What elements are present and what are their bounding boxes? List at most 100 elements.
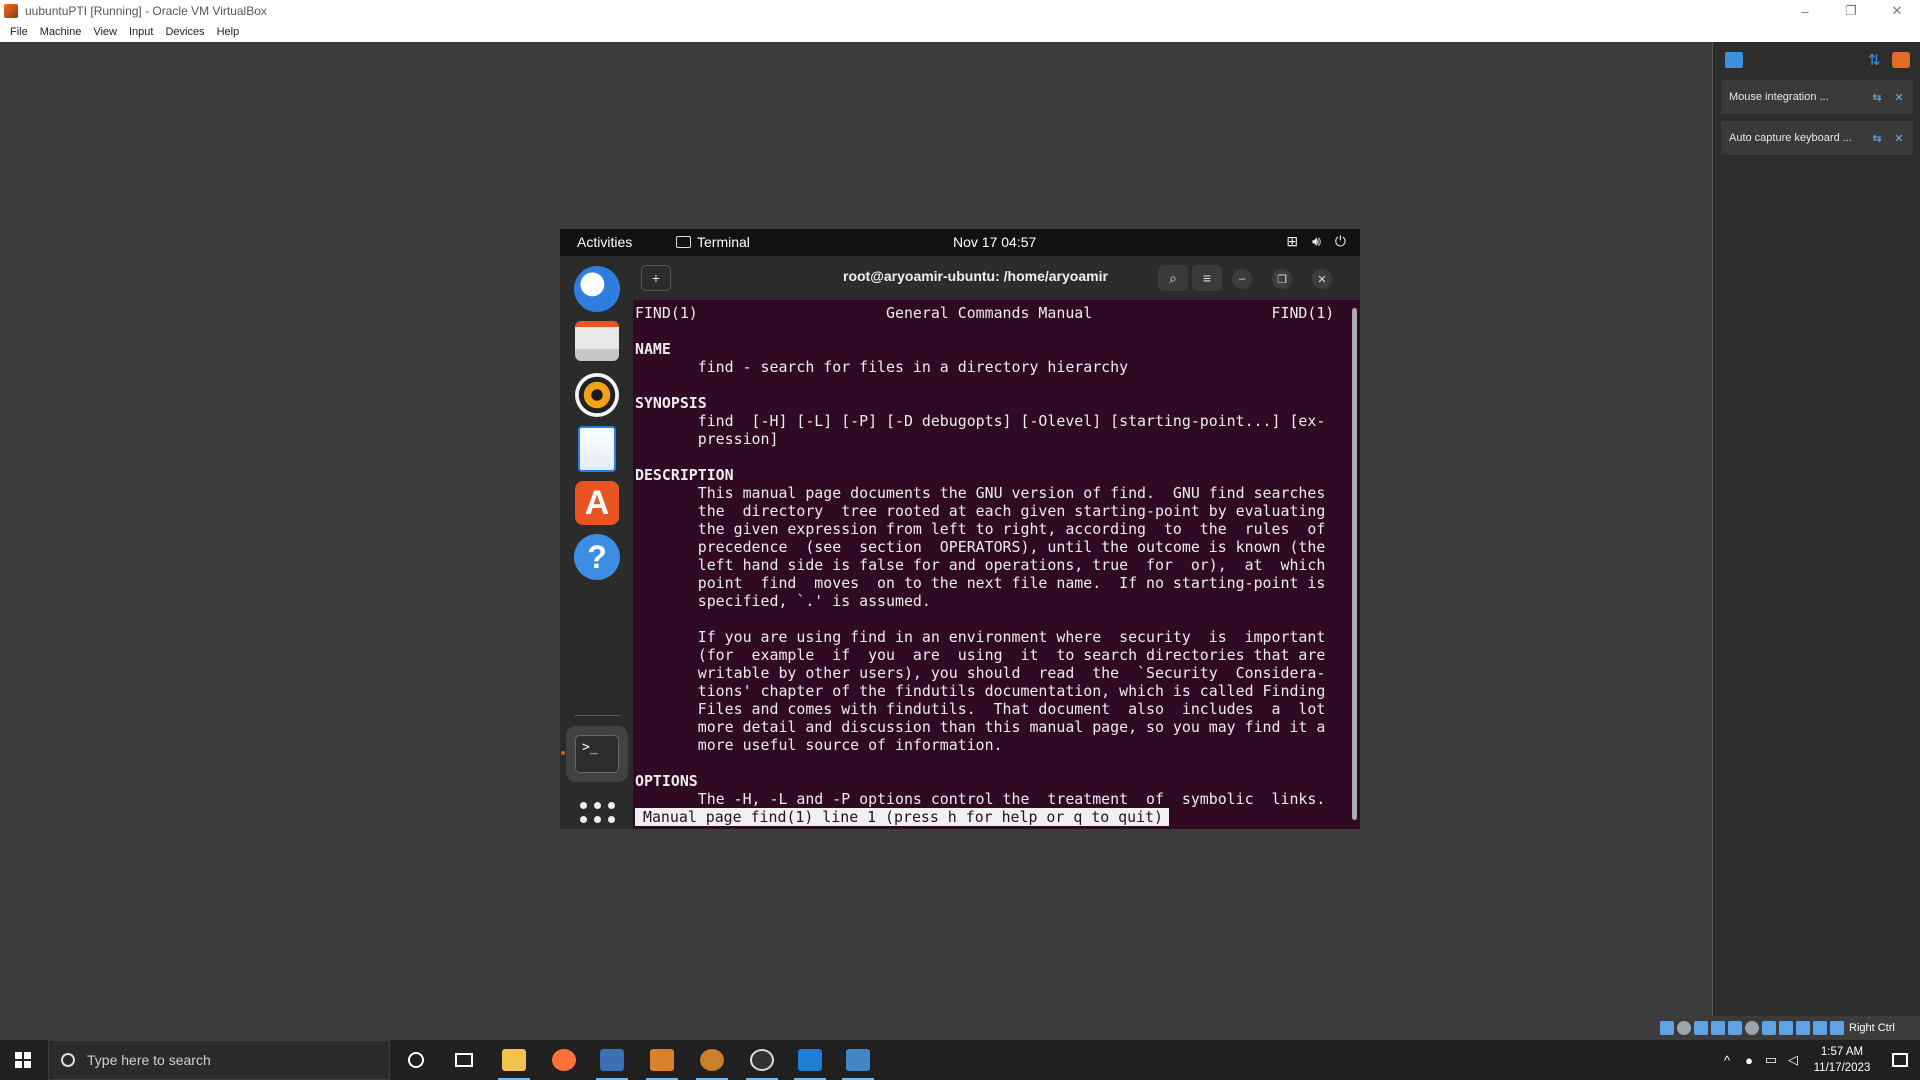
menu-machine[interactable]: Machine [34,26,88,38]
dock-terminal[interactable]: >_ [572,729,622,779]
taskbar-obs[interactable] [738,1040,786,1080]
task-view-icon [455,1053,473,1067]
network-icon[interactable]: ▭ [1760,1052,1782,1068]
recording-icon[interactable] [1779,1021,1793,1035]
dock-thunderbird[interactable] [572,264,622,314]
pager-status-text: Manual page find(1) line 1 (press h for … [635,808,1169,826]
taskbar-clock[interactable]: 1:57 AM 11/17/2023 [1804,1044,1880,1076]
minimize-button[interactable]: – [1782,0,1828,22]
taskbar-app-network[interactable] [688,1040,736,1080]
manpage-line: the given expression from left to right,… [635,520,1326,538]
keep-icon[interactable]: ⇆ [1869,130,1885,146]
taskbar-photos[interactable] [834,1040,882,1080]
usb-icon[interactable] [1728,1021,1742,1035]
speaker-icon[interactable]: ◁ [1782,1052,1804,1068]
manpage-line [635,610,1345,628]
keep-icon[interactable]: ⇆ [1869,89,1885,105]
network-icon[interactable] [1711,1021,1725,1035]
sort-icon[interactable]: ⇅ [1868,51,1884,69]
windows-system-tray: ^ ● ▭ ◁ 1:57 AM 11/17/2023 [1716,1040,1920,1080]
hamburger-menu-icon[interactable]: ≡ [1192,265,1222,291]
cortana-button[interactable] [392,1040,440,1080]
manpage-line [635,754,1345,772]
menu-input[interactable]: Input [123,26,159,38]
manpage-line: The -H, -L and -P options control the tr… [635,790,1326,808]
firefox-icon [552,1049,576,1071]
terminal-scrollbar[interactable] [1352,308,1357,820]
window-controls: – ❐ ✕ [1782,0,1920,22]
file-explorer-icon [502,1049,526,1071]
gnome-top-bar: Activities Terminal Nov 17 04:57 ⊞ 🔊︎ ⏻ [560,229,1360,256]
manpage-line: specified, `.' is assumed. [635,592,931,610]
notification-mouse-integration[interactable]: Mouse integration ... ⇆ ✕ [1721,80,1913,114]
notification-center: ⇅ Mouse integration ... ⇆ ✕ Auto capture… [1712,42,1920,1016]
clear-all-icon[interactable] [1892,52,1910,68]
show-hidden-icons[interactable]: ^ [1716,1053,1738,1068]
dock-rhythmbox[interactable] [572,370,622,420]
app-menu-label: Terminal [697,234,750,250]
restore-button[interactable]: ❐ [1828,0,1874,22]
optical-drive-icon[interactable] [1677,1021,1691,1035]
thunderbird-icon [574,266,620,312]
menu-file[interactable]: File [4,26,34,38]
task-view-button[interactable] [440,1040,488,1080]
menu-devices[interactable]: Devices [159,26,210,38]
start-button[interactable] [0,1040,46,1080]
taskbar-firefox[interactable] [540,1040,588,1080]
show-apps-icon[interactable] [580,802,616,829]
tools-icon [650,1049,674,1071]
taskbar-virtualbox[interactable] [588,1040,636,1080]
terminal-icon [676,236,691,248]
display-icon[interactable] [1762,1021,1776,1035]
dock-files[interactable] [572,316,622,366]
audio-icon[interactable] [1694,1021,1708,1035]
clock-date: 11/17/2023 [1813,1062,1871,1074]
taskbar-media-player[interactable] [786,1040,834,1080]
taskbar-search-box[interactable]: Type here to search [48,1040,390,1080]
manpage-line: find [-H] [-L] [-P] [-D debugopts] [-Ole… [635,412,1326,430]
dock-writer[interactable] [572,424,622,474]
menu-view[interactable]: View [87,26,123,38]
terminal-window[interactable]: + root@aryoamir-ubuntu: /home/aryoamir ⌕… [633,256,1360,829]
manpage-line: writable by other users), you should rea… [635,664,1326,682]
taskbar-app-tools[interactable] [638,1040,686,1080]
close-icon[interactable]: ✕ [1891,89,1907,105]
activities-button[interactable]: Activities [577,234,632,250]
manpage-line: Files and comes with findutils. That doc… [635,700,1326,718]
close-button[interactable]: ✕ [1874,0,1920,22]
notification-toolbar: ⇅ [1713,42,1920,78]
action-center-button[interactable] [1880,1040,1920,1080]
notification-icon [1892,1053,1908,1067]
mouse-integration-icon[interactable] [1813,1021,1827,1035]
cpu-icon[interactable] [1796,1021,1810,1035]
hard-disk-icon[interactable] [1660,1021,1674,1035]
pin-icon[interactable] [1725,52,1743,68]
close-icon[interactable]: ✕ [1891,130,1907,146]
terminal-output[interactable]: FIND(1) General Commands Manual FIND(1) … [633,300,1345,829]
shared-folders-icon[interactable] [1745,1021,1759,1035]
vm-display[interactable]: Activities Terminal Nov 17 04:57 ⊞ 🔊︎ ⏻ … [560,229,1360,829]
dock-help[interactable]: ? [572,532,622,582]
system-tray[interactable]: ⊞ 🔊︎ ⏻ [1286,233,1346,250]
taskbar-file-explorer[interactable] [490,1040,538,1080]
manpage-line [635,376,1345,394]
manpage-line: This manual page documents the GNU versi… [635,484,1326,502]
gnome-clock[interactable]: Nov 17 04:57 [953,234,1036,250]
manpage-line: left hand side is false for and operatio… [635,556,1326,574]
app-menu[interactable]: Terminal [676,234,750,250]
microphone-icon[interactable]: ● [1738,1053,1760,1068]
close-icon[interactable]: ✕ [1312,269,1332,289]
virtualbox-app-icon [4,4,18,18]
manpage-line: precedence (see section OPERATORS), unti… [635,538,1326,556]
dock-software[interactable]: A [572,478,622,528]
search-icon[interactable]: ⌕ [1158,265,1188,291]
minimize-icon[interactable]: – [1232,269,1252,289]
manpage-line: the directory tree rooted at each given … [635,502,1326,520]
manpage-line: pression] [635,430,779,448]
terminal-header-bar: + root@aryoamir-ubuntu: /home/aryoamir ⌕… [633,256,1360,300]
notification-auto-capture[interactable]: Auto capture keyboard ... ⇆ ✕ [1721,121,1913,155]
manpage-line: DESCRIPTION [635,466,734,484]
menu-help[interactable]: Help [211,26,246,38]
new-tab-icon[interactable]: + [641,265,671,291]
maximize-icon[interactable]: ❐ [1272,269,1292,289]
